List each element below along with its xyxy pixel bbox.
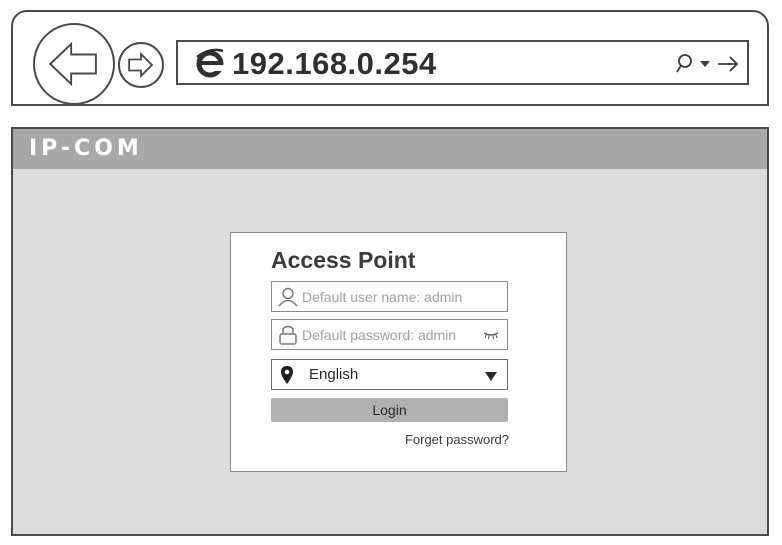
login-title: Access Point xyxy=(271,247,416,273)
password-field[interactable] xyxy=(271,319,508,350)
login-panel: Access Point Default user name: admin En… xyxy=(230,232,567,472)
location-pin-icon xyxy=(281,366,293,384)
hidden-eye-icon[interactable] xyxy=(483,330,499,340)
search-icon[interactable] xyxy=(675,53,693,75)
login-button[interactable]: Login xyxy=(271,398,508,422)
forget-password-link[interactable]: Forget password? xyxy=(405,432,509,447)
address-bar[interactable]: 192.168.0.254 xyxy=(176,40,749,85)
go-arrow-icon[interactable] xyxy=(717,55,739,73)
username-field[interactable] xyxy=(271,281,508,312)
browser-toolbar: 192.168.0.254 xyxy=(11,10,769,106)
user-icon xyxy=(278,287,298,307)
web-page: IP-COM Access Point Default user name: a… xyxy=(11,127,769,536)
back-button[interactable] xyxy=(33,23,115,105)
language-value: English xyxy=(309,366,359,383)
ie-icon xyxy=(196,48,224,78)
brand-logo: IP-COM xyxy=(29,136,143,161)
username-input[interactable] xyxy=(302,282,472,311)
lock-icon xyxy=(279,325,297,345)
dropdown-arrow-icon[interactable] xyxy=(699,59,711,69)
language-select[interactable]: English xyxy=(271,359,508,390)
brand-header: IP-COM xyxy=(13,129,767,169)
chevron-down-icon xyxy=(485,372,497,381)
url-text[interactable]: 192.168.0.254 xyxy=(232,46,437,82)
password-input[interactable] xyxy=(302,320,472,349)
back-arrow-icon xyxy=(48,41,97,87)
forward-button[interactable] xyxy=(118,42,164,88)
forward-arrow-icon xyxy=(128,51,154,79)
